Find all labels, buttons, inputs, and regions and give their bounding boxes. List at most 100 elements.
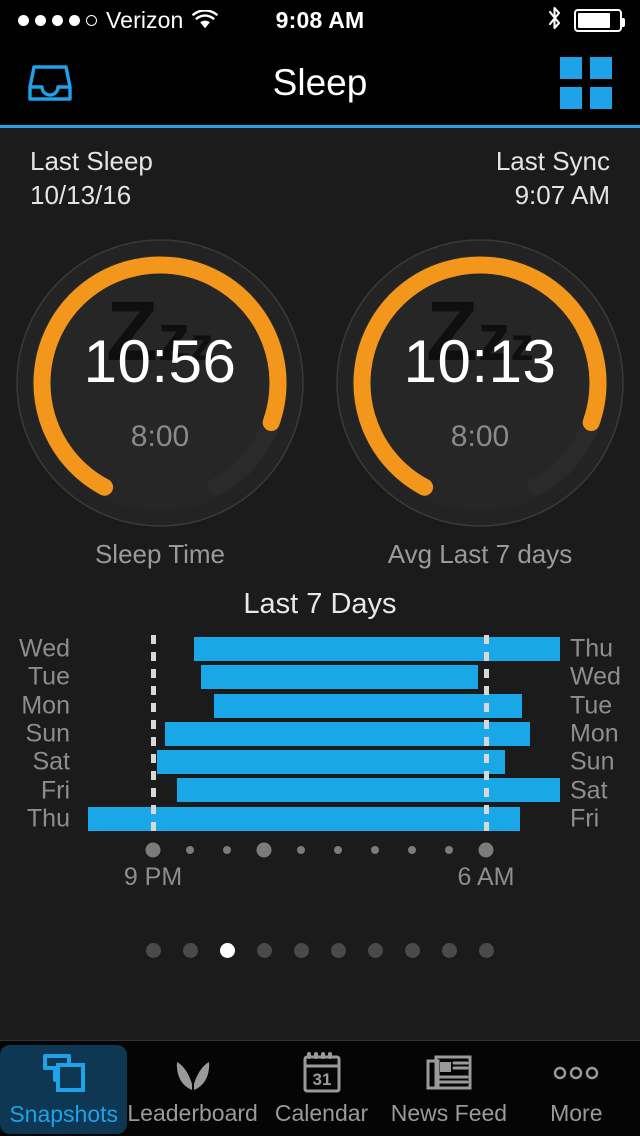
chart-gridline-6-am [484, 635, 489, 833]
chart-row-label-left: Tue [27, 662, 70, 691]
laurel-icon [170, 1050, 216, 1096]
summary-row: Last Sleep 10/13/16 Last Sync 9:07 AM [0, 128, 640, 211]
chart-axis-dot [371, 846, 379, 854]
chart-axis-dot [478, 842, 494, 858]
chart-row-label-right: Sun [570, 747, 615, 776]
tab-label: More [550, 1100, 603, 1126]
bluetooth-icon [546, 5, 563, 36]
chart-bar[interactable] [194, 637, 560, 661]
page-dot[interactable] [368, 943, 383, 958]
chart-axis-dots [0, 837, 640, 863]
snapshots-icon [41, 1051, 87, 1097]
chart-row-label-left: Fri [40, 776, 70, 805]
gauge-sleep-time: Zzz 10:56 8:00 Sleep Time [0, 233, 320, 570]
chart-axis-dot [408, 846, 416, 854]
page-dot[interactable] [257, 943, 272, 958]
tab-snapshots[interactable]: Snapshots [0, 1045, 128, 1134]
grid-icon[interactable] [560, 56, 612, 109]
gauge-caption: Avg Last 7 days [387, 539, 573, 569]
chart-row: Sat Sun [0, 748, 640, 776]
chart-row: Wed Thu [0, 635, 640, 663]
chart-axis-labels: 9 PM 6 AM [0, 863, 640, 895]
page-title: Sleep [272, 61, 368, 103]
gauge-value: 10:13 [403, 327, 557, 395]
chart-bar[interactable] [165, 721, 530, 746]
chart-bar[interactable] [214, 693, 522, 718]
chart-row-label-left: Sun [25, 719, 70, 748]
ellipsis-icon [552, 1050, 600, 1096]
chart-bar[interactable] [157, 750, 505, 775]
page-dot[interactable] [405, 943, 420, 958]
status-bar: Verizon 9:08 AM [0, 0, 640, 40]
sleep-chart: Last 7 Days Wed Thu Tue Wed Mon Tue Sun Mon Sat S… [0, 588, 640, 895]
last-sync-value: 9:07 AM [514, 180, 610, 210]
last-sync-label: Last Sync [495, 146, 610, 176]
last-sync-block: Last Sync 9:07 AM [496, 146, 610, 211]
last-sleep-label: Last Sleep [30, 146, 153, 176]
chart-bar[interactable] [177, 778, 560, 803]
last-sleep-block: Last Sleep 10/13/16 [30, 146, 153, 211]
chart-row-label-left: Thu [26, 804, 70, 833]
newspaper-icon [425, 1050, 473, 1096]
tab-label: Leaderboard [127, 1100, 258, 1126]
chart-axis-dot [445, 846, 453, 854]
chart-title: Last 7 Days [243, 588, 397, 620]
page-dot[interactable] [294, 943, 309, 958]
tab-news-feed[interactable]: News Feed [385, 1041, 512, 1136]
tab-label: Snapshots [9, 1101, 119, 1127]
tab-leaderboard[interactable]: Leaderboard [127, 1041, 258, 1136]
tab-more[interactable]: More [513, 1041, 640, 1136]
chart-axis-dot [145, 842, 161, 858]
chart-row: Thu Fri [0, 804, 640, 833]
inbox-icon[interactable] [28, 63, 72, 103]
gauge-avg-last-7-days: Zzz 10:13 8:00 Avg Last 7 days [320, 233, 640, 570]
gauge-caption: Sleep Time [94, 539, 226, 569]
gauge-goal: 8:00 [450, 419, 510, 453]
page-dot[interactable] [442, 943, 457, 958]
calendar-icon: 31 [301, 1050, 343, 1096]
chart-row-label-left: Sat [32, 747, 70, 776]
page-indicator[interactable] [0, 943, 640, 958]
gauge-value: 10:56 [83, 327, 237, 395]
chart-axis-dot [297, 846, 305, 854]
chart-row-label-right: Tue [570, 691, 613, 720]
chart-row: Fri Sat [0, 776, 640, 804]
chart-row-label-right: Fri [570, 804, 600, 833]
chart-row: Mon Tue [0, 691, 640, 720]
tab-calendar[interactable]: 31 Calendar [258, 1041, 385, 1136]
battery-icon [574, 8, 625, 32]
chart-axis-tick-label: 6 AM [457, 863, 515, 891]
chart-row-label-left: Mon [21, 691, 70, 720]
page-dot[interactable] [331, 943, 346, 958]
page-dot[interactable] [479, 943, 494, 958]
tab-bar: Snapshots Leaderboard 31 Calendar News Feed M… [0, 1040, 640, 1136]
chart-row-label-right: Thu [570, 634, 614, 663]
chart-row-label-right: Wed [570, 662, 621, 691]
last-sleep-value: 10/13/16 [30, 180, 132, 210]
page-dot[interactable] [220, 943, 235, 958]
tab-label: News Feed [390, 1100, 508, 1126]
chart-axis-tick-label: 9 PM [123, 863, 183, 891]
chart-gridline-9-pm [151, 635, 156, 833]
chart-plot-area: Wed Thu Tue Wed Mon Tue Sun Mon Sat Sun Fri Sat Thu F… [0, 635, 640, 833]
page-dot[interactable] [183, 943, 198, 958]
page-dot[interactable] [146, 943, 161, 958]
chart-axis-dot [256, 842, 272, 858]
chart-row-label-left: Wed [19, 634, 70, 663]
gauge-ring: Zzz 10:13 8:00 [330, 233, 630, 533]
nav-bar: Sleep [0, 40, 640, 128]
chart-row-label-right: Mon [570, 719, 619, 748]
gauge-ring: Zzz 10:56 8:00 [10, 233, 310, 533]
chart-axis-dot [223, 846, 231, 854]
svg-text:31: 31 [312, 1070, 331, 1089]
chart-axis-dot [186, 846, 194, 854]
chart-row: Tue Wed [0, 663, 640, 691]
gauge-goal: 8:00 [130, 419, 190, 453]
chart-row-label-right: Sat [570, 776, 608, 805]
chart-axis-dot [334, 846, 342, 854]
status-clock: 9:08 AM [275, 6, 365, 33]
gauges-row: Zzz 10:56 8:00 Sleep Time Zzz 10:13 8:00 Avg La… [0, 233, 640, 570]
chart-bar[interactable] [201, 665, 478, 690]
chart-row: Sun Mon [0, 720, 640, 748]
tab-label: Calendar [274, 1100, 369, 1126]
